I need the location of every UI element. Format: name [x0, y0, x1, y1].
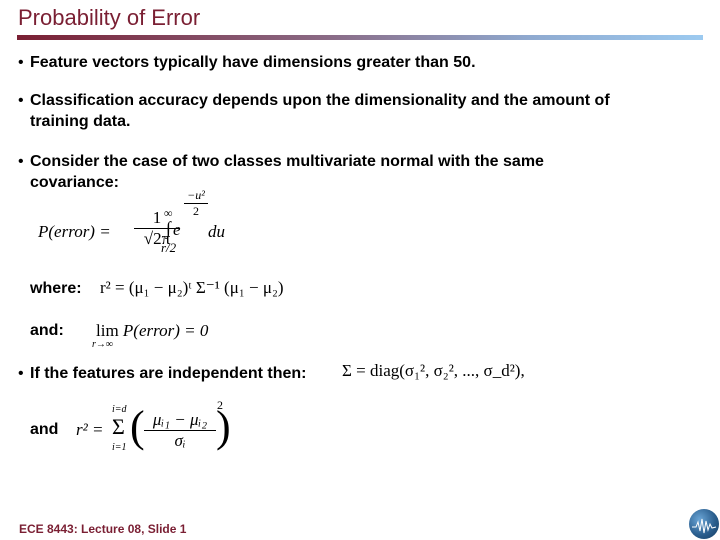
bullet-marker: • — [18, 54, 24, 71]
eq1-exp-den: 2 — [193, 204, 199, 218]
eq5-lhs: r² = — [76, 420, 104, 439]
eq1-du: du — [208, 222, 225, 241]
eq5-power: 2 — [217, 398, 223, 412]
bullet-text-cont: covariance: — [30, 174, 119, 191]
eq3-rest: P(error) = 0 — [122, 321, 209, 340]
bullet-text: Consider the case of two classes multiva… — [30, 153, 544, 170]
eq1-lhs: P(error) = — [38, 222, 111, 241]
bullet-marker: • — [18, 153, 24, 170]
slide-title: Probability of Error — [18, 5, 201, 30]
eq1-exp-base: e — [173, 220, 181, 239]
and-label: and: — [30, 322, 64, 339]
eq5-sum-lower: i=1 — [112, 442, 127, 453]
bullet-text: If the features are independent then: — [30, 365, 307, 382]
equation-r-squared-sum: r² = i=d Σ i=1 ( μᵢ₁ − μᵢ₂ σᵢ ) 2 — [76, 398, 236, 463]
title-rule-divider — [17, 35, 703, 40]
bullet-independent-features: • If the features are independent then: — [18, 363, 307, 384]
bullet-marker: • — [18, 92, 24, 109]
isip-globe-logo-icon — [689, 509, 719, 539]
bullet-marker: • — [18, 365, 24, 382]
bullet-text: Feature vectors typically have dimension… — [30, 54, 476, 71]
where-label: where: — [30, 280, 82, 297]
slide-footer: ECE 8443: Lecture 08, Slide 1 — [19, 522, 187, 536]
bullet-classification-accuracy: • Classification accuracy depends upon t… — [18, 90, 610, 132]
eq5-frac-num: μᵢ₁ − μᵢ₂ — [144, 410, 216, 431]
eq1-integral-lower: r/2 — [161, 240, 177, 255]
equation-limit: lim r→∞ P(error) = 0 — [92, 321, 209, 350]
eq1-integral-sign: ∫ — [166, 218, 171, 238]
equation-diag-covariance: Σ = diag(σ₁², σ₂², ..., σ_d²), — [342, 361, 525, 380]
bullet-text-cont: training data. — [30, 113, 131, 130]
bullet-text: Classification accuracy depends upon the… — [30, 92, 610, 109]
bullet-feature-vectors: • Feature vectors typically have dimensi… — [18, 52, 476, 73]
and2-label: and — [30, 421, 59, 438]
bullet-two-classes: • Consider the case of two classes multi… — [18, 151, 544, 193]
eq3-lim-sub: r→∞ — [92, 339, 114, 350]
equation-r-squared: r² = (μ₁ − μ₂)ᵗ Σ⁻¹ (μ₁ − μ₂) — [100, 278, 284, 297]
eq5-sum-sign: Σ — [112, 414, 125, 439]
eq5-frac-den: σᵢ — [174, 431, 186, 450]
eq3-lim: lim — [96, 321, 119, 340]
eq5-left-paren: ( — [130, 402, 145, 451]
eq1-exp-num: −u² — [184, 188, 208, 204]
